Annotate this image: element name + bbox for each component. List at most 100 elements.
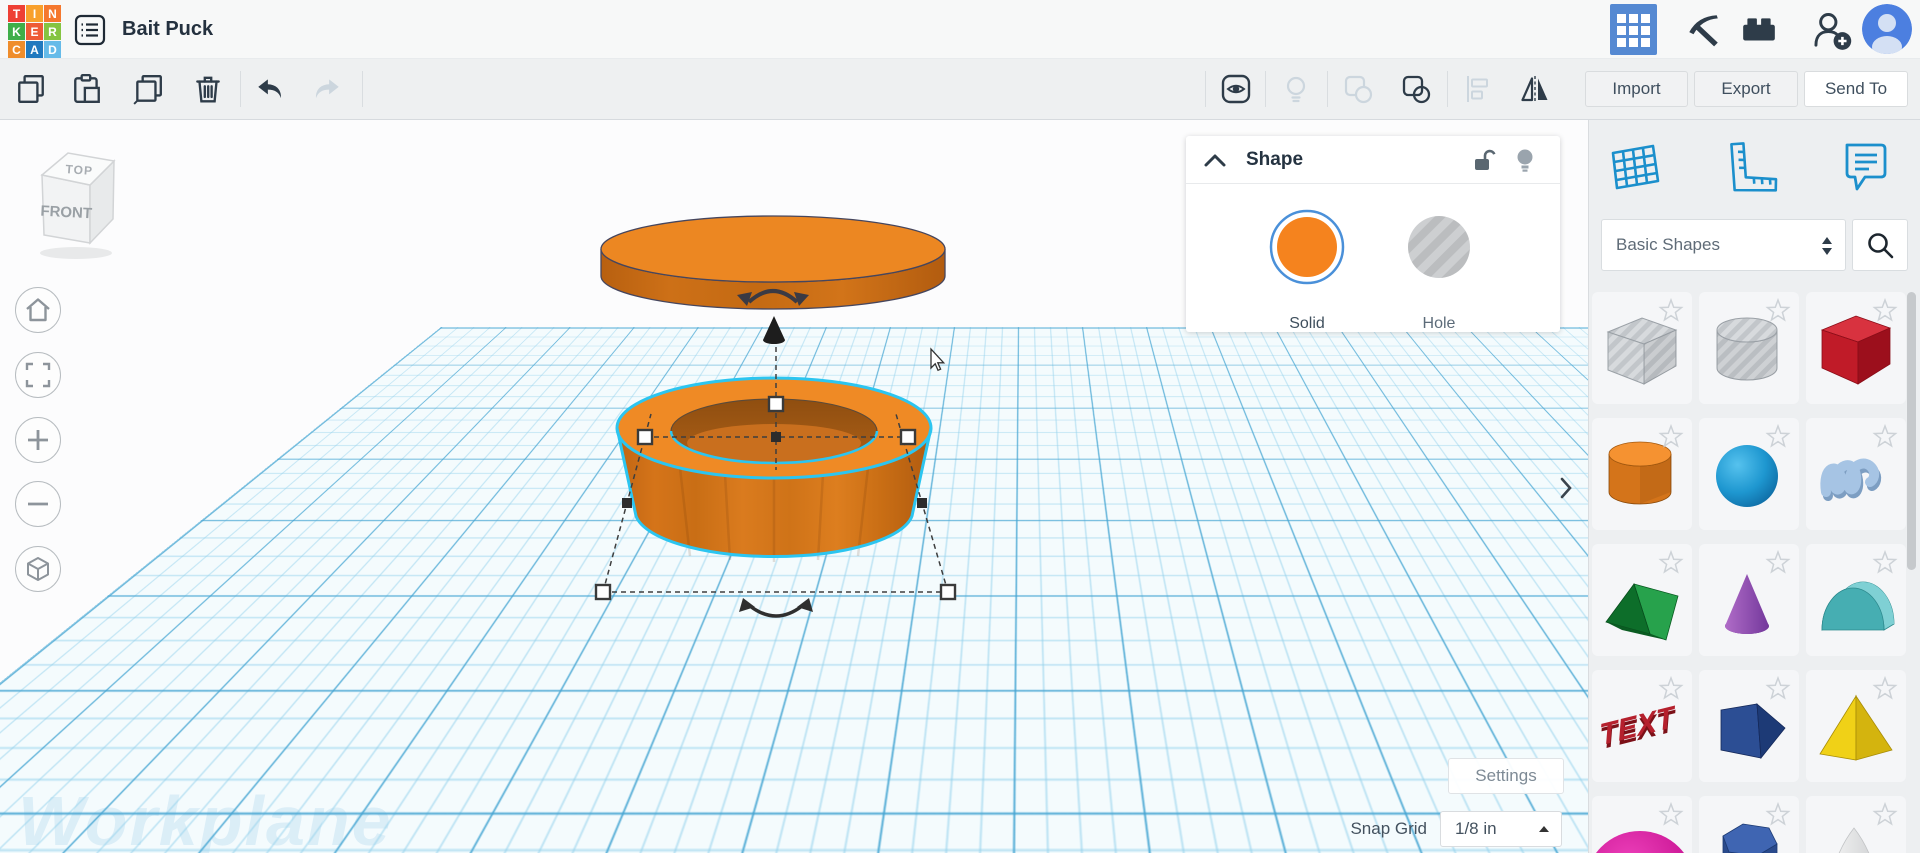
logo-cell: R <box>44 23 61 40</box>
unlock-icon[interactable] <box>1468 146 1498 174</box>
shape-tile-polygon[interactable] <box>1699 796 1799 853</box>
favorite-star-icon[interactable] <box>1872 297 1898 322</box>
shape-tile-pyramid[interactable] <box>1806 670 1906 782</box>
logo-cell: A <box>26 41 43 58</box>
workplane-tool-icon[interactable] <box>1605 137 1663 195</box>
invite-person-add-icon[interactable] <box>1813 11 1852 50</box>
hole-swatch[interactable] <box>1399 207 1479 287</box>
send-to-button[interactable]: Send To <box>1804 71 1908 107</box>
shape-panel-header: Shape <box>1186 136 1560 184</box>
shape-tile-sphere[interactable] <box>1699 418 1799 530</box>
rotate-handle-ground[interactable] <box>739 598 813 618</box>
shape-tile-box-hole[interactable] <box>1592 292 1692 404</box>
toolbar-separator <box>1447 71 1448 107</box>
favorite-star-icon[interactable] <box>1765 549 1791 574</box>
view-cube-front-label[interactable]: FRONT <box>40 203 92 223</box>
search-shapes-button[interactable] <box>1852 219 1908 271</box>
dashboard-grid-button[interactable] <box>1610 4 1657 55</box>
mouse-cursor <box>930 347 946 372</box>
view-cube-top-label[interactable]: TOP <box>65 162 93 178</box>
import-button[interactable]: Import <box>1585 71 1688 107</box>
sort-arrows-icon <box>1822 237 1832 255</box>
copy-icon[interactable] <box>15 73 47 105</box>
favorite-star-icon[interactable] <box>1765 423 1791 448</box>
favorite-star-icon[interactable] <box>1658 549 1684 574</box>
solid-label: Solid <box>1289 315 1325 332</box>
paste-icon[interactable] <box>71 73 103 105</box>
ungroup-icon[interactable] <box>1400 73 1432 105</box>
favorite-star-icon[interactable] <box>1872 549 1898 574</box>
favorite-star-icon[interactable] <box>1658 297 1684 322</box>
caret-up-icon <box>1539 826 1549 832</box>
shape-tile-round-roof[interactable] <box>1806 544 1906 656</box>
shape-category-dropdown[interactable]: Basic Shapes <box>1601 219 1846 271</box>
shape-inspector-panel: Shape Solid Hole <box>1186 136 1560 332</box>
shape-category-value: Basic Shapes <box>1616 235 1720 254</box>
shape-tile-wedge[interactable] <box>1699 670 1799 782</box>
duplicate-icon[interactable] <box>132 73 164 105</box>
logo-cell: N <box>44 5 61 22</box>
delete-trash-icon[interactable] <box>192 73 224 105</box>
m irror-flip-icon[interactable] <box>1519 73 1551 105</box>
shape-tile-cylinder-hole[interactable] <box>1699 292 1799 404</box>
snap-grid-value: 1/8 in <box>1455 819 1497 838</box>
hole-label: Hole <box>1422 315 1456 332</box>
properties-menu-icon[interactable] <box>74 14 106 46</box>
fit-view-button[interactable] <box>15 352 61 398</box>
toolbar-separator <box>1327 71 1328 107</box>
sidebar-collapse-chevron-icon[interactable] <box>1554 471 1578 505</box>
app-header: T I N K E R C A D Bait Puck <box>0 0 1920 59</box>
bulb-icon[interactable] <box>1512 146 1538 174</box>
main-toolbar: Import Export Send To <box>0 59 1920 120</box>
brick-icon[interactable] <box>1740 11 1778 49</box>
toolbar-separator <box>240 71 241 107</box>
home-view-button[interactable] <box>15 287 61 333</box>
shape-tile-text[interactable]: TEXT TEXT <box>1592 670 1692 782</box>
search-icon <box>1868 233 1894 259</box>
logo-cell: C <box>8 41 25 58</box>
toolbar-separator <box>362 71 363 107</box>
disc-object[interactable] <box>600 215 946 310</box>
favorite-star-icon[interactable] <box>1765 801 1791 826</box>
favorite-star-icon[interactable] <box>1872 801 1898 826</box>
favorite-star-icon[interactable] <box>1872 675 1898 700</box>
toolbar-separator <box>1205 71 1206 107</box>
shape-tile-box[interactable] <box>1806 292 1906 404</box>
favorite-star-icon[interactable] <box>1765 675 1791 700</box>
snap-grid-dropdown[interactable]: 1/8 in <box>1440 811 1562 847</box>
favorite-star-icon[interactable] <box>1658 423 1684 448</box>
solid-swatch[interactable] <box>1267 207 1347 287</box>
group-icon[interactable] <box>1342 73 1374 105</box>
shape-tile-cylinder[interactable] <box>1592 418 1692 530</box>
shape-tile-roof[interactable] <box>1592 544 1692 656</box>
shape-tile-scribble[interactable] <box>1806 418 1906 530</box>
favorite-star-icon[interactable] <box>1765 297 1791 322</box>
undo-icon[interactable] <box>254 73 286 105</box>
redo-icon[interactable] <box>311 73 343 105</box>
export-button[interactable]: Export <box>1694 71 1798 107</box>
collapse-panel-chevron-icon[interactable] <box>1202 151 1228 169</box>
raise-handle-cone[interactable] <box>763 316 785 344</box>
favorite-star-icon[interactable] <box>1658 801 1684 826</box>
zoom-out-button[interactable] <box>15 481 61 527</box>
settings-button[interactable]: Settings <box>1448 758 1564 794</box>
tinkercad-logo[interactable]: T I N K E R C A D <box>8 5 61 58</box>
zoom-in-button[interactable] <box>15 417 61 463</box>
favorite-star-icon[interactable] <box>1658 675 1684 700</box>
perspective-toggle-button[interactable] <box>15 546 61 592</box>
notes-tool-icon[interactable] <box>1835 137 1893 195</box>
shape-tile-paraboloid[interactable] <box>1806 796 1906 853</box>
minecraft-pickaxe-icon[interactable] <box>1684 11 1722 49</box>
shape-tile-cone[interactable] <box>1699 544 1799 656</box>
show-all-icon[interactable] <box>1220 73 1252 105</box>
logo-cell: T <box>8 5 25 22</box>
user-avatar[interactable] <box>1862 4 1912 54</box>
shape-tile-half-sphere[interactable] <box>1592 796 1692 853</box>
bulb-show-icon[interactable] <box>1280 73 1312 105</box>
favorite-star-icon[interactable] <box>1872 423 1898 448</box>
sidebar-scrollbar[interactable] <box>1907 292 1916 570</box>
design-title[interactable]: Bait Puck <box>122 0 213 59</box>
align-icon[interactable] <box>1463 73 1495 105</box>
view-cube[interactable]: TOP FRONT <box>28 145 128 263</box>
ruler-tool-icon[interactable] <box>1721 137 1779 195</box>
